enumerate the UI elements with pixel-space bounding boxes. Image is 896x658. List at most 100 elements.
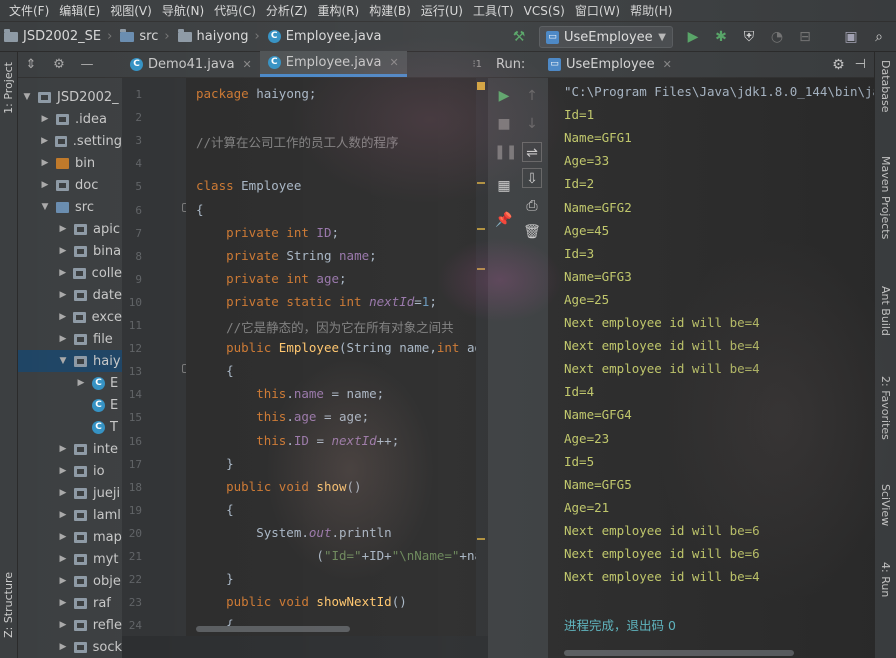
pin-icon[interactable]: 📌 <box>494 210 514 230</box>
scroll-down-icon[interactable]: ↓ <box>522 114 542 134</box>
tree-item[interactable]: ▶ file <box>18 328 122 350</box>
tree-item[interactable]: ▶ bin <box>18 152 122 174</box>
chevron-right-icon[interactable]: ▶ <box>58 334 68 344</box>
tab-overflow-icon[interactable]: ⁝1 <box>472 59 482 70</box>
menu-view[interactable]: 视图(V) <box>105 2 157 19</box>
breadcrumb-project[interactable]: JSD2002_SE › <box>0 28 116 44</box>
debug-bug-icon[interactable]: ✱ <box>711 27 731 47</box>
project-tool-tab[interactable]: 1: Project <box>2 62 15 114</box>
tree-item[interactable]: ▶ myt <box>18 548 122 570</box>
chevron-right-icon[interactable]: ▶ <box>58 246 68 256</box>
tree-item[interactable]: ▼ src <box>18 196 122 218</box>
chevron-down-icon[interactable]: ▼ <box>58 356 68 366</box>
chevron-right-icon[interactable]: ▶ <box>58 532 68 542</box>
tree-item[interactable]: ▶ exce <box>18 306 122 328</box>
menu-build[interactable]: 构建(B) <box>364 2 416 19</box>
tree-item[interactable]: ▶ apic <box>18 218 122 240</box>
run-console-output[interactable]: "C:\Program Files\Java\jdk1.8.0_144\bin\… <box>548 78 874 658</box>
soft-wrap-icon[interactable]: ⇌ <box>522 142 542 162</box>
run-configuration-select[interactable]: ▭ UseEmployee ▼ <box>539 26 673 48</box>
menu-code[interactable]: 代码(C) <box>209 2 261 19</box>
close-icon[interactable]: ✕ <box>663 58 672 71</box>
chevron-right-icon[interactable]: ▶ <box>40 158 50 168</box>
breadcrumb-package[interactable]: haiyong › <box>174 28 264 44</box>
chevron-right-icon[interactable]: ▶ <box>58 576 68 586</box>
tab-employee[interactable]: C Employee.java ✕ <box>259 51 407 77</box>
stop-icon[interactable]: ■ <box>494 114 514 134</box>
favorites-tool-tab[interactable]: 2: Favorites <box>879 376 892 440</box>
tree-item[interactable]: ▶ sock <box>18 636 122 658</box>
print-icon[interactable]: ⎙ <box>522 196 542 216</box>
restore-layout-icon[interactable]: ▦ <box>494 176 514 196</box>
menu-analyze[interactable]: 分析(Z) <box>261 2 313 19</box>
rerun-icon[interactable]: ▶ <box>494 86 514 106</box>
chevron-right-icon[interactable]: ▶ <box>58 642 68 652</box>
search-icon[interactable]: ⌕ <box>869 27 889 47</box>
chevron-down-icon[interactable]: ▼ <box>22 92 32 102</box>
chevron-right-icon[interactable]: ▶ <box>40 180 50 190</box>
settings-gear-icon[interactable]: ⚙ <box>832 57 845 73</box>
tree-item[interactable]: ▶ raf <box>18 592 122 614</box>
menu-tools[interactable]: 工具(T) <box>468 2 519 19</box>
tree-item[interactable]: ▶ inte <box>18 438 122 460</box>
tree-item[interactable]: ▶ map <box>18 526 122 548</box>
tree-item[interactable]: ▼ JSD2002_ <box>18 86 122 108</box>
project-structure-icon[interactable]: ▣ <box>841 27 861 47</box>
warning-marker[interactable] <box>477 538 485 540</box>
menu-window[interactable]: 窗口(W) <box>570 2 625 19</box>
chevron-right-icon[interactable]: ▶ <box>58 466 68 476</box>
scroll-to-end-icon[interactable]: ⇩ <box>522 168 542 188</box>
database-tool-tab[interactable]: Database <box>879 60 892 113</box>
chevron-right-icon[interactable]: ▶ <box>58 312 67 322</box>
hide-panel-icon[interactable]: ⊣ <box>855 57 866 72</box>
tree-item[interactable]: ▶ date <box>18 284 122 306</box>
close-icon[interactable]: ✕ <box>243 58 252 71</box>
tree-item[interactable]: ▼ haiy <box>18 350 122 372</box>
chevron-right-icon[interactable]: ▶ <box>58 290 68 300</box>
tree-item[interactable]: ▶ .idea <box>18 108 122 130</box>
trash-icon[interactable]: 🗑 <box>522 222 542 242</box>
chevron-right-icon[interactable]: ▶ <box>40 136 49 146</box>
run-tool-tab[interactable]: 4: Run <box>879 562 892 597</box>
sciview-tool-tab[interactable]: SciView <box>879 484 892 526</box>
collapse-all-icon[interactable]: ⇕ <box>22 57 40 72</box>
chevron-right-icon[interactable]: ▶ <box>40 114 50 124</box>
tree-item[interactable]: ▶ laml <box>18 504 122 526</box>
chevron-right-icon[interactable]: ▶ <box>58 488 68 498</box>
menu-edit[interactable]: 编辑(E) <box>54 2 105 19</box>
maven-projects-tool-tab[interactable]: Maven Projects <box>879 156 892 239</box>
tree-item[interactable]: ▶ bina <box>18 240 122 262</box>
menu-file[interactable]: 文件(F) <box>4 2 54 19</box>
breadcrumb-src[interactable]: src › <box>116 28 173 44</box>
menu-help[interactable]: 帮助(H) <box>625 2 677 19</box>
menu-vcs[interactable]: VCS(S) <box>519 4 570 18</box>
console-horizontal-scrollbar[interactable] <box>564 650 794 656</box>
chevron-down-icon[interactable]: ▼ <box>40 202 50 212</box>
editor-error-stripe[interactable] <box>476 78 488 636</box>
coverage-shield-icon[interactable]: ⛨ <box>739 27 759 47</box>
breadcrumb-file[interactable]: C Employee.java <box>264 29 386 44</box>
settings-gear-icon[interactable]: ⚙ <box>50 57 68 72</box>
ant-build-tool-tab[interactable]: Ant Build <box>879 286 892 336</box>
chevron-right-icon[interactable]: ▶ <box>58 598 68 608</box>
scroll-up-icon[interactable]: ↑ <box>522 86 542 106</box>
chevron-right-icon[interactable]: ▶ <box>58 444 68 454</box>
tab-demo41[interactable]: C Demo41.java ✕ <box>122 51 260 77</box>
tree-item[interactable]: ▶ .setting <box>18 130 122 152</box>
warning-marker[interactable] <box>477 268 485 270</box>
chevron-right-icon[interactable]: ▶ <box>58 510 68 520</box>
close-icon[interactable]: ✕ <box>390 56 399 69</box>
tree-item[interactable]: ▶ colle <box>18 262 122 284</box>
tree-item[interactable]: ▶ jueji <box>18 482 122 504</box>
chevron-right-icon[interactable]: ▶ <box>58 620 68 630</box>
tree-item[interactable]: CE <box>18 394 122 416</box>
tree-item[interactable]: CT <box>18 416 122 438</box>
menu-refactor[interactable]: 重构(R) <box>313 2 365 19</box>
tree-item[interactable]: ▶ C E <box>18 372 122 394</box>
profile-icon[interactable]: ◔ <box>767 27 787 47</box>
warning-marker[interactable] <box>477 82 485 90</box>
pause-icon[interactable]: ❚❚ <box>494 142 517 162</box>
chevron-right-icon[interactable]: ▶ <box>58 268 67 278</box>
hide-icon[interactable]: — <box>78 57 96 72</box>
chevron-right-icon[interactable]: ▶ <box>58 224 68 234</box>
